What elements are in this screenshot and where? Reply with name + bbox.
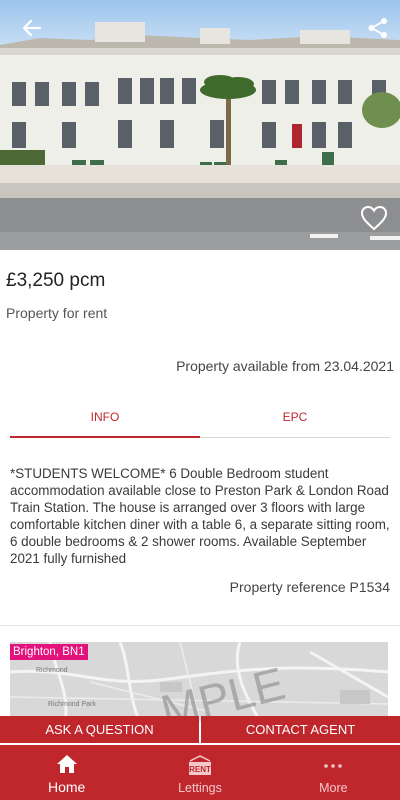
location-badge: Brighton, BN1 (10, 644, 88, 660)
availability-date: Property available from 23.04.2021 (176, 358, 394, 374)
contact-agent-button[interactable]: CONTACT AGENT (201, 716, 400, 743)
tab-info[interactable]: INFO (10, 400, 200, 438)
price: £3,250 pcm (6, 270, 106, 291)
map-label-richmond: Richmond (36, 667, 68, 674)
divider (0, 625, 400, 626)
bottom-nav: Home RENT Lettings More (0, 745, 400, 800)
arrow-left-icon (22, 19, 42, 37)
share-button[interactable] (364, 14, 392, 42)
back-button[interactable] (18, 14, 46, 42)
more-dots-icon (323, 755, 343, 777)
heart-outline-icon (360, 205, 388, 231)
nav-label-home: Home (47, 779, 86, 795)
property-photo[interactable] (0, 0, 400, 250)
nav-label-lettings: Lettings (178, 781, 222, 795)
rent-sign-icon: RENT (187, 755, 213, 777)
nav-item-home[interactable]: Home (0, 745, 133, 800)
property-type: Property for rent (6, 305, 108, 321)
nav-item-more[interactable]: More (267, 745, 400, 800)
favourite-button[interactable] (360, 205, 390, 233)
share-icon (368, 18, 387, 38)
map-label-richmond-park: Richmond Park (48, 701, 96, 708)
rent-sign-text: RENT (189, 765, 211, 774)
info-tabs: INFO EPC (10, 400, 390, 438)
home-icon (56, 753, 78, 775)
tab-epc[interactable]: EPC (200, 400, 390, 437)
property-reference: Property reference P1534 (229, 579, 390, 595)
nav-item-lettings[interactable]: RENT Lettings (133, 745, 266, 800)
ask-question-button[interactable]: ASK A QUESTION (0, 716, 199, 743)
property-description: *STUDENTS WELCOME* 6 Double Bedroom stud… (10, 466, 390, 566)
house-photo-illustration (0, 22, 400, 250)
nav-label-more: More (319, 781, 348, 795)
